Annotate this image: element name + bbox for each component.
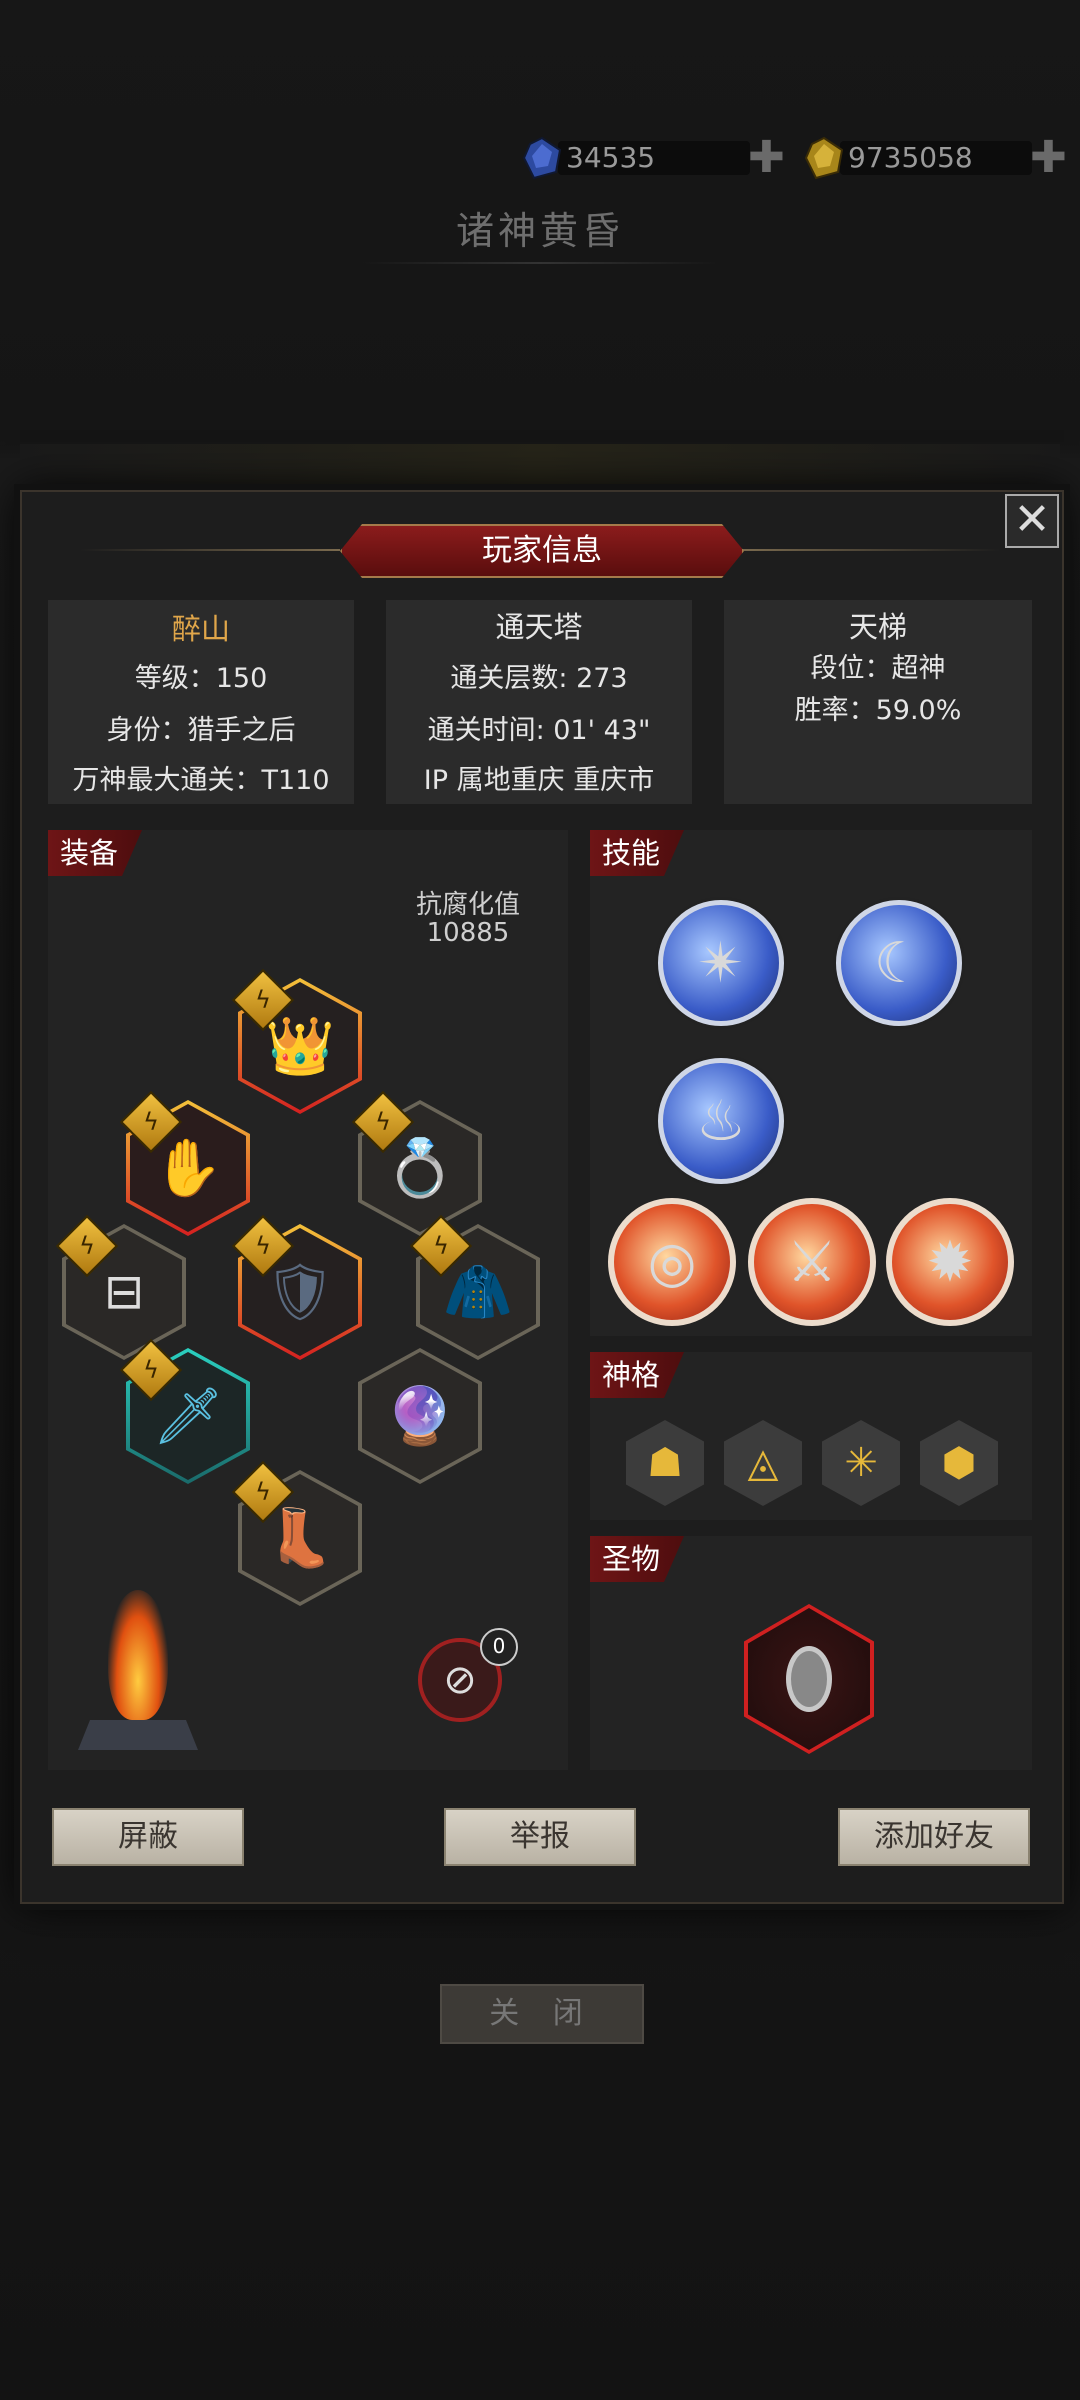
background-title: 诸神黄昏 <box>455 209 624 253</box>
corruption-label: 抗腐化值 <box>415 890 520 920</box>
dialog-header: 玩家信息 <box>0 520 1080 580</box>
player-max-clear: 万神最大通关：T110 <box>72 765 330 796</box>
blue-gem-resource: 34535 ✚ <box>520 136 785 180</box>
equipment-tag: 装备 <box>48 830 142 876</box>
divinity-tag: 神格 <box>590 1352 684 1398</box>
gold-gem-resource: 9735058 ✚ <box>802 136 1067 180</box>
blue-gem-count: 34535 <box>558 141 750 175</box>
ladder-title: 天梯 <box>848 610 907 644</box>
header-line-left <box>80 549 340 551</box>
background-banner <box>20 444 1060 496</box>
divinity-ghost-icon[interactable]: ☗ <box>626 1420 704 1506</box>
skills-panel: 技能 ✴ ☾ ♨ ◎ ⚔ ✹ <box>590 830 1032 1336</box>
player-identity: 身份：猎手之后 <box>106 715 296 746</box>
relic-tag: 圣物 <box>590 1536 684 1582</box>
gold-gem-count: 9735058 <box>840 141 1032 175</box>
equipment-panel: 装备 抗腐化值 10885 👑 ✋ 💍 ⊟ 🛡 🧥 🗡 🔮 👢 ϟ ϟ ϟ ϟ … <box>48 830 568 1770</box>
tower-floors: 通关层数: 273 <box>450 663 628 694</box>
cloak-icon: 🧥 <box>443 1260 513 1325</box>
tower-title: 通天塔 <box>495 610 583 644</box>
mirror-icon <box>786 1646 832 1712</box>
ladder-winrate: 胜率：59.0% <box>794 695 962 726</box>
orb-icon: 🔮 <box>385 1384 455 1449</box>
skill-shockwave-icon[interactable]: ✴ <box>658 900 784 1026</box>
add-blue-gem-button[interactable]: ✚ <box>748 136 785 180</box>
skills-tag: 技能 <box>590 830 684 876</box>
skill-blade-icon[interactable]: ⚔ <box>748 1198 876 1326</box>
divinity-panel: 神格 ☗ ◬ ✳ ⬢ <box>590 1352 1032 1520</box>
player-level: 等级：150 <box>134 663 268 694</box>
background-title-divider <box>360 262 720 264</box>
ladder-rank: 段位：超神 <box>810 653 946 684</box>
tower-time: 通关时间: 01' 43" <box>427 715 651 746</box>
gold-gem-icon <box>804 136 844 180</box>
header-line-right <box>740 549 1000 551</box>
report-button[interactable]: 举报 <box>444 1808 636 1866</box>
belt-icon: ⊟ <box>103 1264 145 1320</box>
empty-slot-count: 0 <box>480 1628 518 1666</box>
block-button[interactable]: 屏蔽 <box>52 1808 244 1866</box>
brazier-flame-icon <box>68 1570 208 1760</box>
player-card: 醉山 等级：150 身份：猎手之后 万神最大通关：T110 <box>48 600 354 804</box>
skill-fire-swirl-icon[interactable]: ◎ <box>608 1198 736 1326</box>
relic-panel: 圣物 <box>590 1536 1032 1770</box>
blue-gem-icon <box>522 136 562 180</box>
dialog-title: 玩家信息 <box>340 524 744 578</box>
skill-elements-icon[interactable]: ✹ <box>886 1198 1014 1326</box>
corruption-value: 10885 <box>426 918 510 948</box>
sword-icon: 🗡 <box>152 1384 224 1449</box>
relic-slot[interactable] <box>744 1604 874 1754</box>
divinity-spark-icon[interactable]: ✳ <box>822 1420 900 1506</box>
armor-icon: 🛡 <box>264 1260 336 1325</box>
add-friend-button[interactable]: 添加好友 <box>838 1808 1030 1866</box>
boots-icon: 👢 <box>265 1506 335 1571</box>
ring-icon: 💍 <box>385 1136 455 1201</box>
add-gold-gem-button[interactable]: ✚ <box>1030 136 1067 180</box>
equip-slot-trinket[interactable]: 🔮 <box>358 1348 482 1484</box>
divinity-cube-icon[interactable]: ⬢ <box>920 1420 998 1506</box>
ladder-card: 天梯 段位：超神 胜率：59.0% <box>724 600 1032 804</box>
skill-spirit-flame-icon[interactable]: ♨ <box>658 1058 784 1184</box>
gauntlet-icon: ✋ <box>153 1136 223 1201</box>
player-name: 醉山 <box>171 612 230 646</box>
bottom-close-button[interactable]: 关 闭 <box>440 1984 644 2044</box>
crown-icon: 👑 <box>265 1014 335 1079</box>
tower-card: 通天塔 通关层数: 273 通关时间: 01' 43" IP 属地重庆 重庆市 <box>386 600 692 804</box>
divinity-triad-icon[interactable]: ◬ <box>724 1420 802 1506</box>
skill-crescent-icon[interactable]: ☾ <box>836 900 962 1026</box>
ip-location: IP 属地重庆 重庆市 <box>423 765 655 796</box>
